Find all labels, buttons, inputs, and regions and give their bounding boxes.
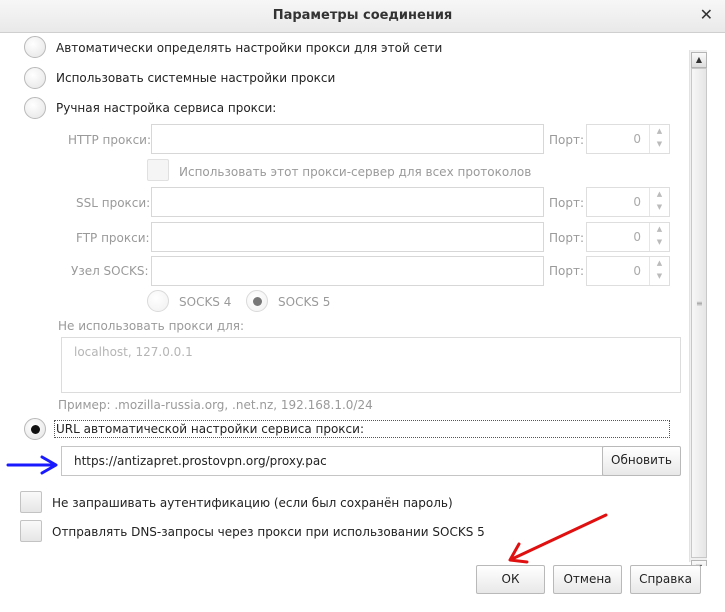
close-icon[interactable]: ✕ xyxy=(700,5,713,24)
label-system-proxy: Использовать системные настройки прокси xyxy=(56,71,336,85)
spin-arrows-icon[interactable]: ▲ ▼ xyxy=(649,188,669,216)
title-bar: Параметры соединения ✕ xyxy=(0,0,725,33)
ftp-proxy-input[interactable] xyxy=(151,222,544,252)
auto-url-input[interactable]: https://antizapret.prostovpn.org/proxy.p… xyxy=(61,446,603,476)
vertical-scrollbar[interactable]: ▲ ≡ ▼ xyxy=(689,50,707,566)
settings-panel: Автоматически определять настройки прокс… xyxy=(0,34,725,566)
no-auth-checkbox[interactable] xyxy=(20,491,42,513)
no-auth-label: Не запрашивать аутентификацию (если был … xyxy=(52,496,453,510)
scrollbar-thumb[interactable]: ≡ xyxy=(691,68,707,558)
no-proxy-example: Пример: .mozilla-russia.org, .net.nz, 19… xyxy=(58,398,373,412)
grip-icon: ≡ xyxy=(696,299,703,308)
scroll-up-icon[interactable]: ▲ xyxy=(691,52,707,68)
http-port-value: 0 xyxy=(633,132,641,146)
auto-url-value: https://antizapret.prostovpn.org/proxy.p… xyxy=(74,454,327,468)
label-manual-proxy: Ручная настройка сервиса прокси: xyxy=(56,101,277,115)
share-all-checkbox[interactable] xyxy=(147,159,169,181)
label-auto-detect: Автоматически определять настройки прокс… xyxy=(56,41,443,55)
socks-port-label: Порт: xyxy=(549,264,585,278)
dns-label: Отправлять DNS-запросы через прокси при … xyxy=(52,525,485,539)
http-proxy-label: HTTP прокси: xyxy=(68,133,152,147)
radio-system-proxy[interactable] xyxy=(24,67,46,89)
ftp-proxy-label: FTP прокси: xyxy=(76,231,150,245)
socks-port-stepper[interactable]: 0 ▲ ▼ xyxy=(586,256,670,286)
share-all-label: Использовать этот прокси-сервер для всех… xyxy=(179,165,532,179)
ssl-port-value: 0 xyxy=(633,195,641,209)
socks-host-label: Узел SOCKS: xyxy=(71,264,149,278)
http-port-label: Порт: xyxy=(549,133,585,147)
dns-checkbox[interactable] xyxy=(20,520,42,542)
http-port-stepper[interactable]: 0 ▲ ▼ xyxy=(586,124,670,154)
ssl-proxy-label: SSL прокси: xyxy=(76,196,151,210)
http-proxy-input[interactable] xyxy=(151,124,544,154)
no-proxy-textarea[interactable]: localhost, 127.0.0.1 xyxy=(61,337,681,393)
socks4-label: SOCKS 4 xyxy=(179,295,232,309)
no-proxy-label: Не использовать прокси для: xyxy=(58,319,245,333)
ftp-port-label: Порт: xyxy=(549,231,585,245)
no-proxy-value: localhost, 127.0.0.1 xyxy=(74,345,193,359)
help-button[interactable]: Справка xyxy=(630,565,701,594)
ssl-proxy-input[interactable] xyxy=(151,187,544,217)
ftp-port-value: 0 xyxy=(633,230,641,244)
window-title: Параметры соединения xyxy=(272,8,453,23)
radio-auto-detect[interactable] xyxy=(24,36,46,58)
radio-socks5[interactable] xyxy=(246,290,268,312)
ssl-port-stepper[interactable]: 0 ▲ ▼ xyxy=(586,187,670,217)
socks-port-value: 0 xyxy=(633,264,641,278)
ssl-port-label: Порт: xyxy=(549,196,585,210)
socks-host-input[interactable] xyxy=(151,256,544,286)
radio-auto-url[interactable] xyxy=(24,418,46,440)
radio-socks4[interactable] xyxy=(147,290,169,312)
spin-arrows-icon[interactable]: ▲ ▼ xyxy=(649,125,669,153)
radio-manual-proxy[interactable] xyxy=(24,97,46,119)
socks5-label: SOCKS 5 xyxy=(278,295,331,309)
cancel-button[interactable]: Отмена xyxy=(553,565,622,594)
spin-arrows-icon[interactable]: ▲ ▼ xyxy=(649,257,669,285)
ok-button[interactable]: ОК xyxy=(476,565,545,594)
ftp-port-stepper[interactable]: 0 ▲ ▼ xyxy=(586,222,670,252)
spin-arrows-icon[interactable]: ▲ ▼ xyxy=(649,223,669,251)
label-auto-url: URL автоматической настройки сервиса про… xyxy=(56,422,364,436)
reload-button[interactable]: Обновить xyxy=(602,446,681,476)
